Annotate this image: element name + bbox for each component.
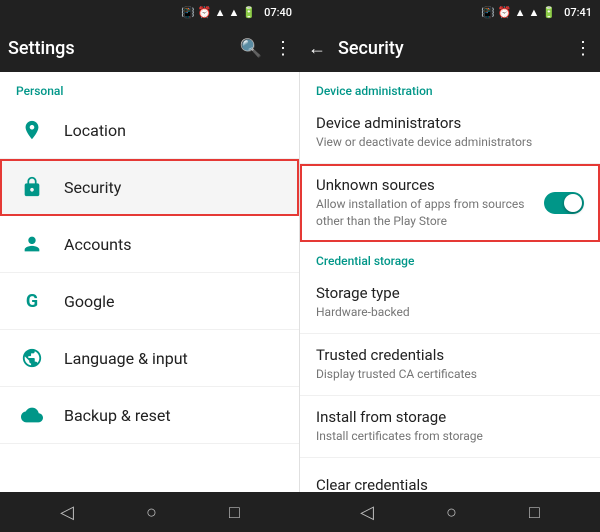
security-item-title: Install from storage bbox=[316, 408, 584, 426]
status-bars: 📳 ⏰ ▲ ▲ 🔋 07:40 📳 ⏰ ▲ ▲ 🔋 07:41 bbox=[0, 0, 600, 24]
vibrate-icon: 📳 bbox=[181, 6, 195, 19]
left-recent-nav[interactable]: □ bbox=[229, 502, 240, 523]
left-toolbar-icons: 🔍 ⋮ bbox=[240, 38, 292, 59]
settings-item-label: Language & input bbox=[64, 349, 188, 368]
security-item-content: Storage type Hardware-backed bbox=[316, 284, 584, 321]
security-item-clear-credentials[interactable]: Clear credentials bbox=[300, 458, 600, 492]
settings-item-backup-&-reset[interactable]: Backup & reset bbox=[0, 387, 299, 444]
security-title: Security bbox=[338, 38, 574, 59]
right-back-nav[interactable]: ◁ bbox=[360, 502, 374, 523]
left-status-icons: 📳 ⏰ ▲ ▲ 🔋 bbox=[181, 6, 256, 19]
settings-item-icon bbox=[16, 399, 48, 431]
settings-item-google[interactable]: G Google bbox=[0, 273, 299, 330]
wifi-icon: ▲ bbox=[228, 6, 239, 19]
security-item-content: Unknown sources Allow installation of app… bbox=[316, 176, 536, 230]
right-home-nav[interactable]: ○ bbox=[446, 502, 457, 523]
vibrate-icon-r: 📳 bbox=[481, 6, 495, 19]
settings-item-accounts[interactable]: Accounts bbox=[0, 216, 299, 273]
right-more-icon[interactable]: ⋮ bbox=[574, 38, 592, 59]
security-item-subtitle: Display trusted CA certificates bbox=[316, 366, 584, 383]
security-item-device-administrators[interactable]: Device administrators View or deactivate … bbox=[300, 102, 600, 164]
toolbars: Settings 🔍 ⋮ ← Security ⋮ bbox=[0, 24, 600, 72]
left-status-bar: 📳 ⏰ ▲ ▲ 🔋 07:40 bbox=[0, 0, 300, 24]
left-back-nav[interactable]: ◁ bbox=[60, 502, 74, 523]
settings-item-label: Security bbox=[64, 178, 121, 197]
security-item-title: Storage type bbox=[316, 284, 584, 302]
section-label-0: Device administration bbox=[300, 72, 600, 102]
left-nav-bar: ◁ ○ □ bbox=[0, 492, 300, 532]
main-content: Personal Location Security Accounts G Google… bbox=[0, 72, 600, 492]
security-item-trusted-credentials[interactable]: Trusted credentials Display trusted CA ce… bbox=[300, 334, 600, 396]
security-item-content: Clear credentials bbox=[316, 476, 584, 492]
settings-item-label: Accounts bbox=[64, 235, 131, 254]
right-toolbar: ← Security ⋮ bbox=[300, 24, 600, 72]
security-item-content: Install from storage Install certificates… bbox=[316, 408, 584, 445]
settings-item-language-&-input[interactable]: Language & input bbox=[0, 330, 299, 387]
security-item-subtitle: View or deactivate device administrators bbox=[316, 134, 584, 151]
security-item-title: Clear credentials bbox=[316, 476, 584, 492]
right-nav-bar: ◁ ○ □ bbox=[300, 492, 600, 532]
right-panel: Device administration Device administrato… bbox=[300, 72, 600, 492]
settings-item-label: Location bbox=[64, 121, 126, 140]
security-item-install-from-storage[interactable]: Install from storage Install certificates… bbox=[300, 396, 600, 458]
settings-item-icon bbox=[16, 228, 48, 260]
right-status-icons: 📳 ⏰ ▲ ▲ 🔋 bbox=[481, 6, 556, 19]
battery-icon: 🔋 bbox=[242, 6, 256, 19]
signal-icon-r: ▲ bbox=[528, 6, 539, 19]
settings-item-location[interactable]: Location bbox=[0, 102, 299, 159]
security-item-subtitle: Hardware-backed bbox=[316, 304, 584, 321]
left-home-nav[interactable]: ○ bbox=[146, 502, 157, 523]
security-item-subtitle: Install certificates from storage bbox=[316, 428, 584, 445]
settings-item-icon: G bbox=[16, 285, 48, 317]
settings-item-label: Backup & reset bbox=[64, 406, 171, 425]
security-item-storage-type[interactable]: Storage type Hardware-backed bbox=[300, 272, 600, 334]
security-item-title: Trusted credentials bbox=[316, 346, 584, 364]
security-sections: Device administration Device administrato… bbox=[300, 72, 600, 492]
security-item-content: Trusted credentials Display trusted CA ce… bbox=[316, 346, 584, 383]
alarm-icon: ⏰ bbox=[198, 6, 212, 19]
settings-item-icon bbox=[16, 342, 48, 374]
back-icon[interactable]: ← bbox=[308, 38, 326, 59]
settings-item-icon bbox=[16, 114, 48, 146]
right-time: 07:41 bbox=[564, 6, 592, 19]
more-icon[interactable]: ⋮ bbox=[274, 38, 292, 59]
personal-section-label: Personal bbox=[0, 72, 299, 102]
nav-bars: ◁ ○ □ ◁ ○ □ bbox=[0, 492, 600, 532]
settings-list: Location Security Accounts G Google Language … bbox=[0, 102, 299, 444]
section-label-1: Credential storage bbox=[300, 242, 600, 272]
security-item-title: Device administrators bbox=[316, 114, 584, 132]
alarm-icon-r: ⏰ bbox=[498, 6, 512, 19]
security-item-title: Unknown sources bbox=[316, 176, 536, 194]
left-panel: Personal Location Security Accounts G Google… bbox=[0, 72, 300, 492]
signal-icon: ▲ bbox=[215, 6, 226, 19]
search-icon[interactable]: 🔍 bbox=[240, 38, 262, 59]
left-toolbar: Settings 🔍 ⋮ bbox=[0, 24, 300, 72]
battery-icon-r: 🔋 bbox=[542, 6, 556, 19]
settings-item-security[interactable]: Security bbox=[0, 159, 299, 216]
right-status-bar: 📳 ⏰ ▲ ▲ 🔋 07:41 bbox=[300, 0, 600, 24]
security-item-unknown-sources[interactable]: Unknown sources Allow installation of app… bbox=[300, 164, 600, 243]
settings-item-icon bbox=[16, 171, 48, 203]
right-recent-nav[interactable]: □ bbox=[529, 502, 540, 523]
security-item-subtitle: Allow installation of apps from sources … bbox=[316, 196, 536, 230]
wifi-icon-r: ▲ bbox=[515, 6, 526, 19]
security-item-content: Device administrators View or deactivate … bbox=[316, 114, 584, 151]
toggle-switch[interactable] bbox=[544, 192, 584, 214]
settings-title: Settings bbox=[8, 38, 240, 59]
settings-item-label: Google bbox=[64, 292, 115, 311]
left-time: 07:40 bbox=[264, 6, 292, 19]
